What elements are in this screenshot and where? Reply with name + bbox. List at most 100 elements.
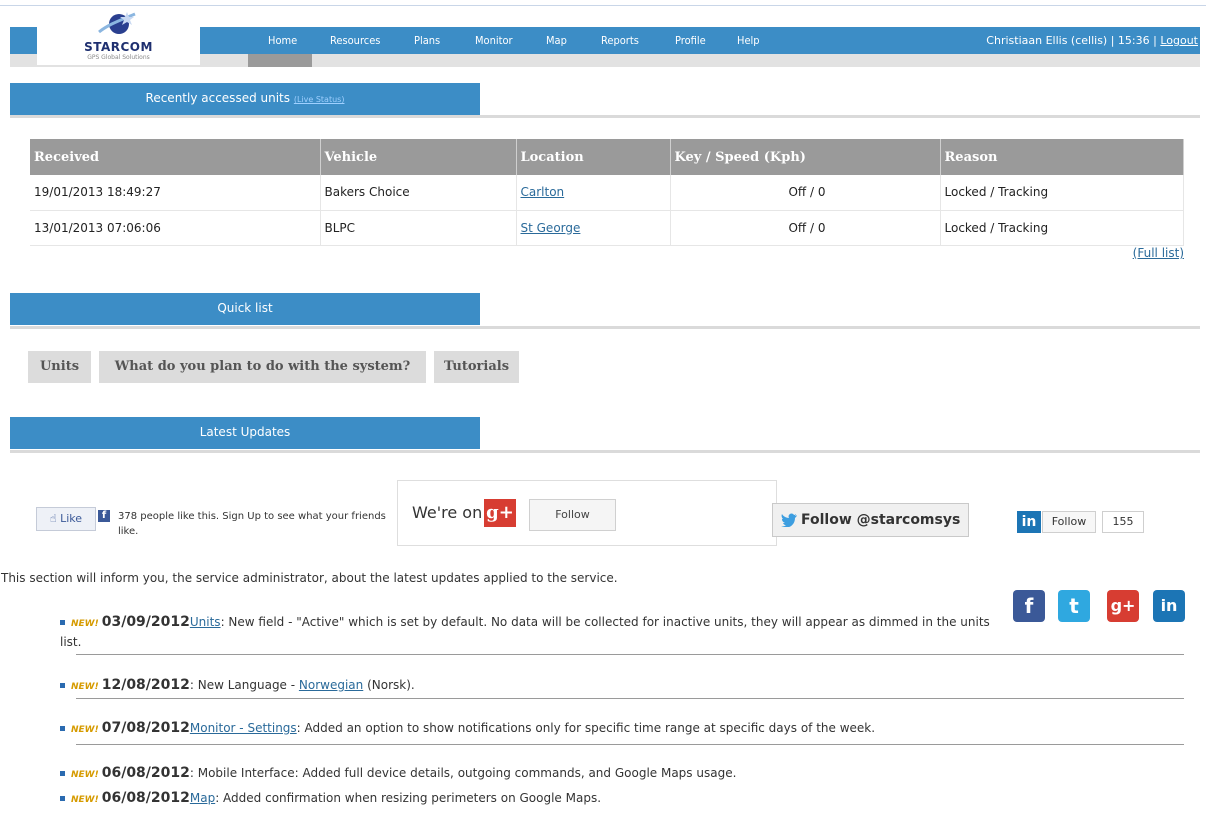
update-link[interactable]: Units <box>190 615 221 629</box>
nav-reports[interactable]: Reports <box>601 34 639 47</box>
cell-received: 13/01/2013 07:06:06 <box>30 210 321 246</box>
update-text: : Added confirmation when resizing perim… <box>215 791 602 805</box>
linkedin-icon[interactable]: in <box>1153 590 1185 622</box>
thumbs-up-icon: ☝ <box>49 512 57 525</box>
twitter-follow-label: Follow @starcomsys <box>801 512 961 528</box>
update-link[interactable]: Map <box>190 791 215 805</box>
user-text: Christiaan Ellis (cellis) | 15:36 | <box>986 34 1157 47</box>
update-date: 03/09/2012 <box>101 614 190 630</box>
update-link[interactable]: Norwegian <box>299 678 363 692</box>
new-badge: NEW! <box>71 682 99 692</box>
new-badge: NEW! <box>71 725 99 735</box>
facebook-icon: f <box>98 510 110 522</box>
update-date: 06/08/2012 <box>101 790 190 806</box>
quick-list-header: Quick list <box>10 293 480 325</box>
update-date: 07/08/2012 <box>101 720 190 736</box>
bullet-icon <box>60 796 65 801</box>
nav-active-indicator <box>248 54 312 67</box>
table-header-row: Received Vehicle Location Key / Speed (K… <box>30 139 1184 175</box>
section-rule <box>10 450 1200 453</box>
update-text: : Mobile Interface: Added full device de… <box>189 766 737 780</box>
update-date: 06/08/2012 <box>101 765 190 781</box>
latest-updates-header: Latest Updates <box>10 417 480 449</box>
user-info: Christiaan Ellis (cellis) | 15:36 | Logo… <box>986 34 1198 47</box>
units-table: Received Vehicle Location Key / Speed (K… <box>30 139 1184 246</box>
cell-vehicle: BLPC <box>320 210 517 246</box>
location-link[interactable]: Carlton <box>521 185 565 199</box>
update-date: 12/08/2012 <box>101 677 190 693</box>
cell-location: St George <box>516 210 671 246</box>
linkedin-follow-button[interactable]: Follow <box>1042 511 1096 533</box>
update-text: (Norsk). <box>363 678 415 692</box>
col-reason[interactable]: Reason <box>940 139 1184 175</box>
cell-key-speed: Off / 0 <box>670 210 941 246</box>
starcom-logo[interactable]: STARCOM GPS Global Solutions <box>37 8 200 65</box>
cell-key-speed: Off / 0 <box>670 175 941 211</box>
divider <box>76 744 1184 745</box>
col-received[interactable]: Received <box>30 139 321 175</box>
update-item: NEW! 03/09/2012Units: New field - "Active… <box>60 613 1000 651</box>
update-item: NEW! 06/08/2012: Mobile Interface: Added … <box>60 764 1000 784</box>
twitter-icon[interactable]: t <box>1058 590 1090 622</box>
twitter-bird-icon <box>781 513 797 527</box>
tab-units[interactable]: Units <box>28 351 91 383</box>
quick-list-title: Quick list <box>217 301 273 315</box>
update-text-pre: : New Language - <box>189 678 299 692</box>
nav-monitor[interactable]: Monitor <box>475 34 513 47</box>
live-status-link[interactable]: (Live Status) <box>294 95 345 104</box>
updates-intro: This section will inform you, the servic… <box>1 571 618 585</box>
update-text: : Added an option to show notifications … <box>296 721 876 735</box>
brand-name: STARCOM <box>84 40 153 54</box>
col-vehicle[interactable]: Vehicle <box>320 139 517 175</box>
location-link[interactable]: St George <box>521 221 581 235</box>
facebook-icon[interactable]: f <box>1013 590 1045 622</box>
like-label: Like <box>60 512 83 525</box>
twitter-follow-button[interactable]: Follow @starcomsys <box>772 503 969 537</box>
divider <box>76 698 1184 699</box>
col-location[interactable]: Location <box>516 139 671 175</box>
facebook-like-button[interactable]: ☝ Like <box>36 507 96 531</box>
top-rule <box>0 5 1206 6</box>
nav-home[interactable]: Home <box>268 34 297 47</box>
table-row: 13/01/2013 07:06:06 BLPC St George Off /… <box>30 210 1184 246</box>
gplus-follow-button[interactable]: Follow <box>529 499 616 531</box>
cell-reason: Locked / Tracking <box>940 210 1184 246</box>
update-item: NEW! 06/08/2012Map: Added confirmation wh… <box>60 789 1000 809</box>
update-link[interactable]: Monitor - Settings <box>190 721 297 735</box>
star-globe-icon <box>98 12 136 34</box>
brand-tagline: GPS Global Solutions <box>87 54 150 61</box>
full-list-link[interactable]: (Full list) <box>1133 246 1184 260</box>
section-rule <box>10 326 1200 329</box>
bullet-icon <box>60 726 65 731</box>
nav-resources[interactable]: Resources <box>330 34 380 47</box>
new-badge: NEW! <box>71 770 99 780</box>
divider <box>76 654 1184 655</box>
nav-map[interactable]: Map <box>546 34 567 47</box>
nav-help[interactable]: Help <box>737 34 760 47</box>
nav-plans[interactable]: Plans <box>414 34 440 47</box>
logout-link[interactable]: Logout <box>1160 34 1198 47</box>
linkedin-icon[interactable]: in <box>1017 511 1041 533</box>
section-rule <box>10 115 1200 118</box>
update-item: NEW! 07/08/2012Monitor - Settings: Added … <box>60 719 1000 739</box>
tab-tutorials[interactable]: Tutorials <box>434 351 519 383</box>
google-plus-widget: We're on g+ Follow <box>397 480 777 546</box>
bullet-icon <box>60 771 65 776</box>
recent-units-title: Recently accessed units <box>145 91 291 105</box>
cell-vehicle: Bakers Choice <box>320 175 517 211</box>
nav-profile[interactable]: Profile <box>675 34 706 47</box>
cell-received: 19/01/2013 18:49:27 <box>30 175 321 211</box>
bullet-icon <box>60 683 65 688</box>
latest-updates-title: Latest Updates <box>199 425 291 439</box>
google-plus-icon[interactable]: g+ <box>1107 590 1139 622</box>
cell-reason: Locked / Tracking <box>940 175 1184 211</box>
update-item: NEW! 12/08/2012: New Language - Norwegian… <box>60 676 1000 696</box>
table-row: 19/01/2013 18:49:27 Bakers Choice Carlto… <box>30 175 1184 211</box>
tab-plan[interactable]: What do you plan to do with the system? <box>99 351 426 383</box>
col-key-speed[interactable]: Key / Speed (Kph) <box>670 139 941 175</box>
new-badge: NEW! <box>71 619 99 629</box>
new-badge: NEW! <box>71 795 99 805</box>
facebook-like-text: 378 people like this. Sign Up to see wha… <box>118 511 386 537</box>
google-plus-icon[interactable]: g+ <box>484 499 516 527</box>
cell-location: Carlton <box>516 175 671 211</box>
